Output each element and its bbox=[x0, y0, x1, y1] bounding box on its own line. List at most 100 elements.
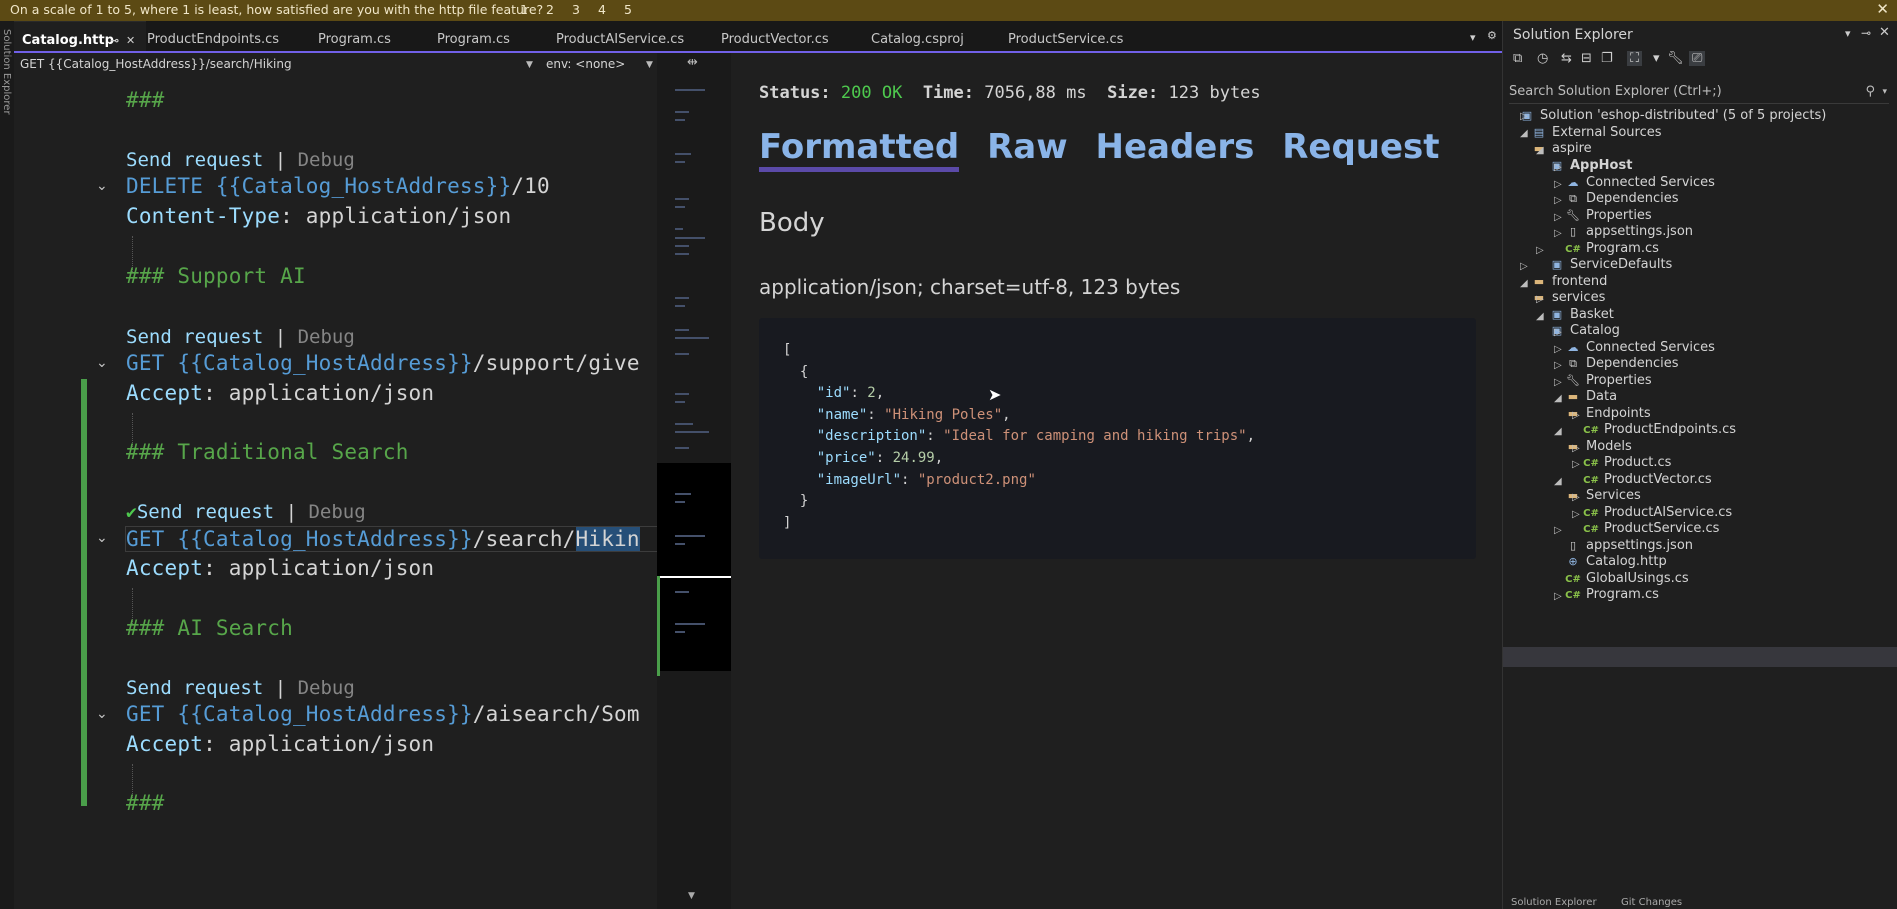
collapse-icon[interactable]: ◢ bbox=[1536, 311, 1544, 322]
search-icon[interactable]: ⚲ bbox=[1865, 81, 1875, 103]
show-all-files-icon[interactable]: ❐ bbox=[1601, 51, 1613, 66]
http-editor[interactable]: ### Send request | Debug ⌄ DELETE {{Cata… bbox=[14, 76, 657, 909]
tab-git-changes[interactable]: Git Changes bbox=[1621, 897, 1682, 908]
chevron-down-icon[interactable]: ▼ bbox=[646, 54, 653, 77]
expand-icon[interactable]: ▷ bbox=[1520, 261, 1528, 272]
debug-link[interactable]: Debug bbox=[298, 149, 355, 171]
size-label: Size: bbox=[1107, 83, 1159, 103]
expand-icon[interactable]: ▷ bbox=[1536, 294, 1544, 305]
json-value: "product2.png" bbox=[917, 471, 1036, 488]
env-selector[interactable]: env: <none> bbox=[546, 53, 625, 76]
collapse-icon[interactable]: ◢ bbox=[1536, 145, 1544, 156]
close-icon[interactable]: ✕ bbox=[1876, 0, 1889, 19]
tab-headers[interactable]: Headers bbox=[1095, 127, 1254, 167]
gear-icon[interactable]: ⚙ bbox=[1487, 29, 1497, 42]
collapse-icon[interactable]: ◢ bbox=[1520, 128, 1528, 139]
panel-dropdown-icon[interactable]: ▾ bbox=[1845, 27, 1851, 40]
expand-icon[interactable]: ▷ bbox=[1554, 377, 1562, 388]
tree-label: Catalog bbox=[1570, 323, 1620, 338]
survey-option-4[interactable]: 4 bbox=[598, 0, 606, 20]
chevron-down-icon[interactable]: ▾ bbox=[1653, 51, 1660, 66]
tab-productservice[interactable]: ProductService.cs bbox=[1008, 21, 1123, 51]
close-icon[interactable]: ✕ bbox=[1879, 25, 1890, 40]
debug-link[interactable]: Debug bbox=[298, 677, 355, 699]
expand-icon[interactable]: ▷ bbox=[1572, 509, 1580, 520]
fold-icon[interactable]: ⌄ bbox=[96, 355, 108, 371]
minimap-line bbox=[675, 119, 685, 121]
send-request-link[interactable]: Send request bbox=[126, 149, 263, 171]
solution-explorer-side-tab[interactable]: Solution Explorer bbox=[1, 29, 12, 115]
chevron-down-icon[interactable]: ▼ bbox=[526, 54, 533, 77]
expand-icon[interactable]: ▷ bbox=[1572, 443, 1580, 454]
tab-productaiservice[interactable]: ProductAIService.cs bbox=[556, 21, 684, 51]
tab-solution-explorer[interactable]: Solution Explorer bbox=[1511, 897, 1597, 908]
expand-icon[interactable]: ▷ bbox=[1536, 245, 1544, 256]
success-check-icon: ✔ bbox=[126, 502, 137, 523]
tab-catalog-csproj[interactable]: Catalog.csproj bbox=[871, 21, 964, 51]
csharp-file-icon: C# bbox=[1565, 590, 1581, 601]
expand-icon[interactable]: ▷ bbox=[1572, 492, 1580, 503]
expand-icon[interactable]: ▷ bbox=[1554, 212, 1562, 223]
expand-icon[interactable]: ▷ bbox=[1554, 228, 1562, 239]
survey-option-5[interactable]: 5 bbox=[624, 0, 632, 20]
pin-icon[interactable]: ⊸ bbox=[1861, 26, 1871, 40]
tab-program-1[interactable]: Program.cs bbox=[318, 21, 391, 51]
request-selector[interactable]: GET {{Catalog_HostAddress}}/search/Hikin… bbox=[20, 53, 292, 76]
send-request-link[interactable]: Send request bbox=[126, 326, 263, 348]
collapse-all-icon[interactable]: ⊟ bbox=[1581, 51, 1592, 66]
fold-icon[interactable]: ⌄ bbox=[96, 178, 108, 194]
tab-request[interactable]: Request bbox=[1282, 127, 1439, 167]
tab-catalog-http[interactable]: Catalog.http ⊸ ✕ bbox=[14, 21, 146, 52]
solution-search-input[interactable]: Search Solution Explorer (Ctrl+;) ⚲ ▾ bbox=[1509, 81, 1889, 104]
tree-label: Dependencies bbox=[1586, 356, 1679, 371]
split-icon[interactable]: ⇹ bbox=[687, 55, 698, 70]
collapse-icon[interactable]: ◢ bbox=[1554, 426, 1562, 437]
expand-icon[interactable]: ▷ bbox=[1520, 111, 1528, 122]
tab-productendpoints[interactable]: ProductEndpoints.cs bbox=[147, 21, 279, 51]
minimap-viewport[interactable] bbox=[657, 463, 731, 671]
expand-icon[interactable]: ▷ bbox=[1572, 459, 1580, 470]
tab-formatted[interactable]: Formatted bbox=[759, 127, 960, 172]
tab-raw[interactable]: Raw bbox=[987, 127, 1068, 167]
minimap-line bbox=[675, 423, 693, 425]
expand-icon[interactable]: ▷ bbox=[1554, 195, 1562, 206]
preview-icon[interactable]: ⎚ bbox=[1689, 51, 1706, 66]
fold-icon[interactable]: ⌄ bbox=[96, 530, 108, 546]
expand-icon[interactable]: ▷ bbox=[1554, 591, 1562, 602]
scroll-down-icon[interactable]: ▼ bbox=[688, 891, 695, 901]
expand-icon[interactable]: ▷ bbox=[1554, 344, 1562, 355]
survey-option-1[interactable]: 1 bbox=[520, 0, 528, 20]
minimap[interactable]: ⇹ ▼ bbox=[657, 53, 731, 909]
sync-icon[interactable]: ⇆ bbox=[1561, 51, 1572, 66]
tree-label: Solution 'eshop-distributed' (5 of 5 pro… bbox=[1540, 108, 1827, 123]
fold-icon[interactable]: ⌄ bbox=[96, 706, 108, 722]
selected-row-highlight bbox=[1503, 647, 1897, 667]
tab-productvector[interactable]: ProductVector.cs bbox=[721, 21, 829, 51]
debug-link[interactable]: Debug bbox=[308, 501, 365, 523]
expand-icon[interactable]: ▷ bbox=[1554, 525, 1562, 536]
tab-overflow-icon[interactable]: ▾ bbox=[1470, 31, 1476, 44]
debug-link[interactable]: Debug bbox=[298, 326, 355, 348]
expand-icon[interactable]: ▷ bbox=[1572, 410, 1580, 421]
expand-icon[interactable]: ▷ bbox=[1554, 327, 1562, 338]
survey-option-2[interactable]: 2 bbox=[546, 0, 554, 20]
switch-views-icon[interactable]: ⧉ bbox=[1513, 51, 1522, 66]
wrench-icon[interactable]: 🔧︎ bbox=[1667, 51, 1684, 66]
collapse-icon[interactable]: ◢ bbox=[1554, 393, 1562, 404]
expand-icon[interactable]: ▷ bbox=[1554, 179, 1562, 190]
send-request-link[interactable]: Send request bbox=[126, 677, 263, 699]
collapse-icon[interactable]: ◢ bbox=[1554, 476, 1562, 487]
expand-icon[interactable]: ▷ bbox=[1554, 162, 1562, 173]
chevron-down-icon[interactable]: ▾ bbox=[1882, 81, 1887, 103]
send-request-link[interactable]: Send request bbox=[137, 501, 274, 523]
collapse-icon[interactable]: ◢ bbox=[1520, 278, 1528, 289]
header-key: Accept bbox=[126, 732, 204, 756]
filter-icon[interactable]: ⛶ bbox=[1627, 51, 1643, 66]
tab-program-2[interactable]: Program.cs bbox=[437, 21, 510, 51]
tree-label: Basket bbox=[1570, 307, 1614, 322]
history-icon[interactable]: ◷ bbox=[1537, 51, 1548, 66]
tree-item-program-2[interactable]: C# Program.cs bbox=[1565, 585, 1659, 605]
survey-option-3[interactable]: 3 bbox=[572, 0, 580, 20]
expand-icon[interactable]: ▷ bbox=[1554, 360, 1562, 371]
json-body[interactable]: [ { "id": 2, "name": "Hiking Poles", "de… bbox=[759, 318, 1476, 559]
